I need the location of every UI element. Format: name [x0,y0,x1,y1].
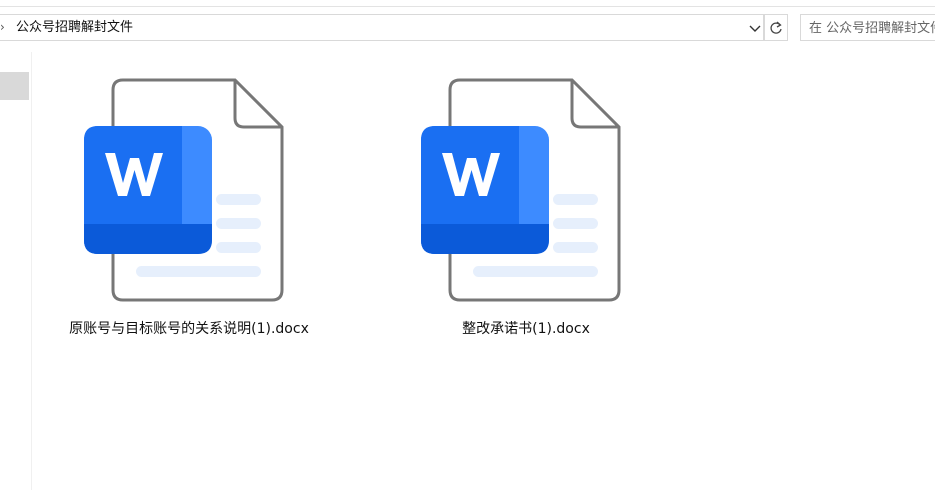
file-item[interactable]: 整改承诺书(1).docx [386,76,666,346]
breadcrumb-current-folder[interactable]: 公众号招聘解封文件 [16,19,133,37]
file-item[interactable]: 原账号与目标账号的关系说明(1).docx [49,76,329,346]
search-input[interactable] [809,18,935,38]
file-name-label[interactable]: 原账号与目标账号的关系说明(1).docx [49,320,329,338]
address-bar[interactable]: › 公众号招聘解封文件 [0,14,764,41]
chevron-down-icon[interactable] [748,23,762,35]
nav-pane-selected-item[interactable] [0,72,29,100]
window-top-edge [0,0,935,7]
search-box[interactable] [800,14,935,41]
navigation-pane[interactable] [0,52,32,490]
refresh-button[interactable] [764,14,788,41]
word-document-icon [421,78,621,302]
refresh-icon [770,21,782,34]
word-document-icon [84,78,284,302]
breadcrumb-chevron-icon[interactable]: › [0,20,10,34]
file-name-label[interactable]: 整改承诺书(1).docx [386,320,666,338]
